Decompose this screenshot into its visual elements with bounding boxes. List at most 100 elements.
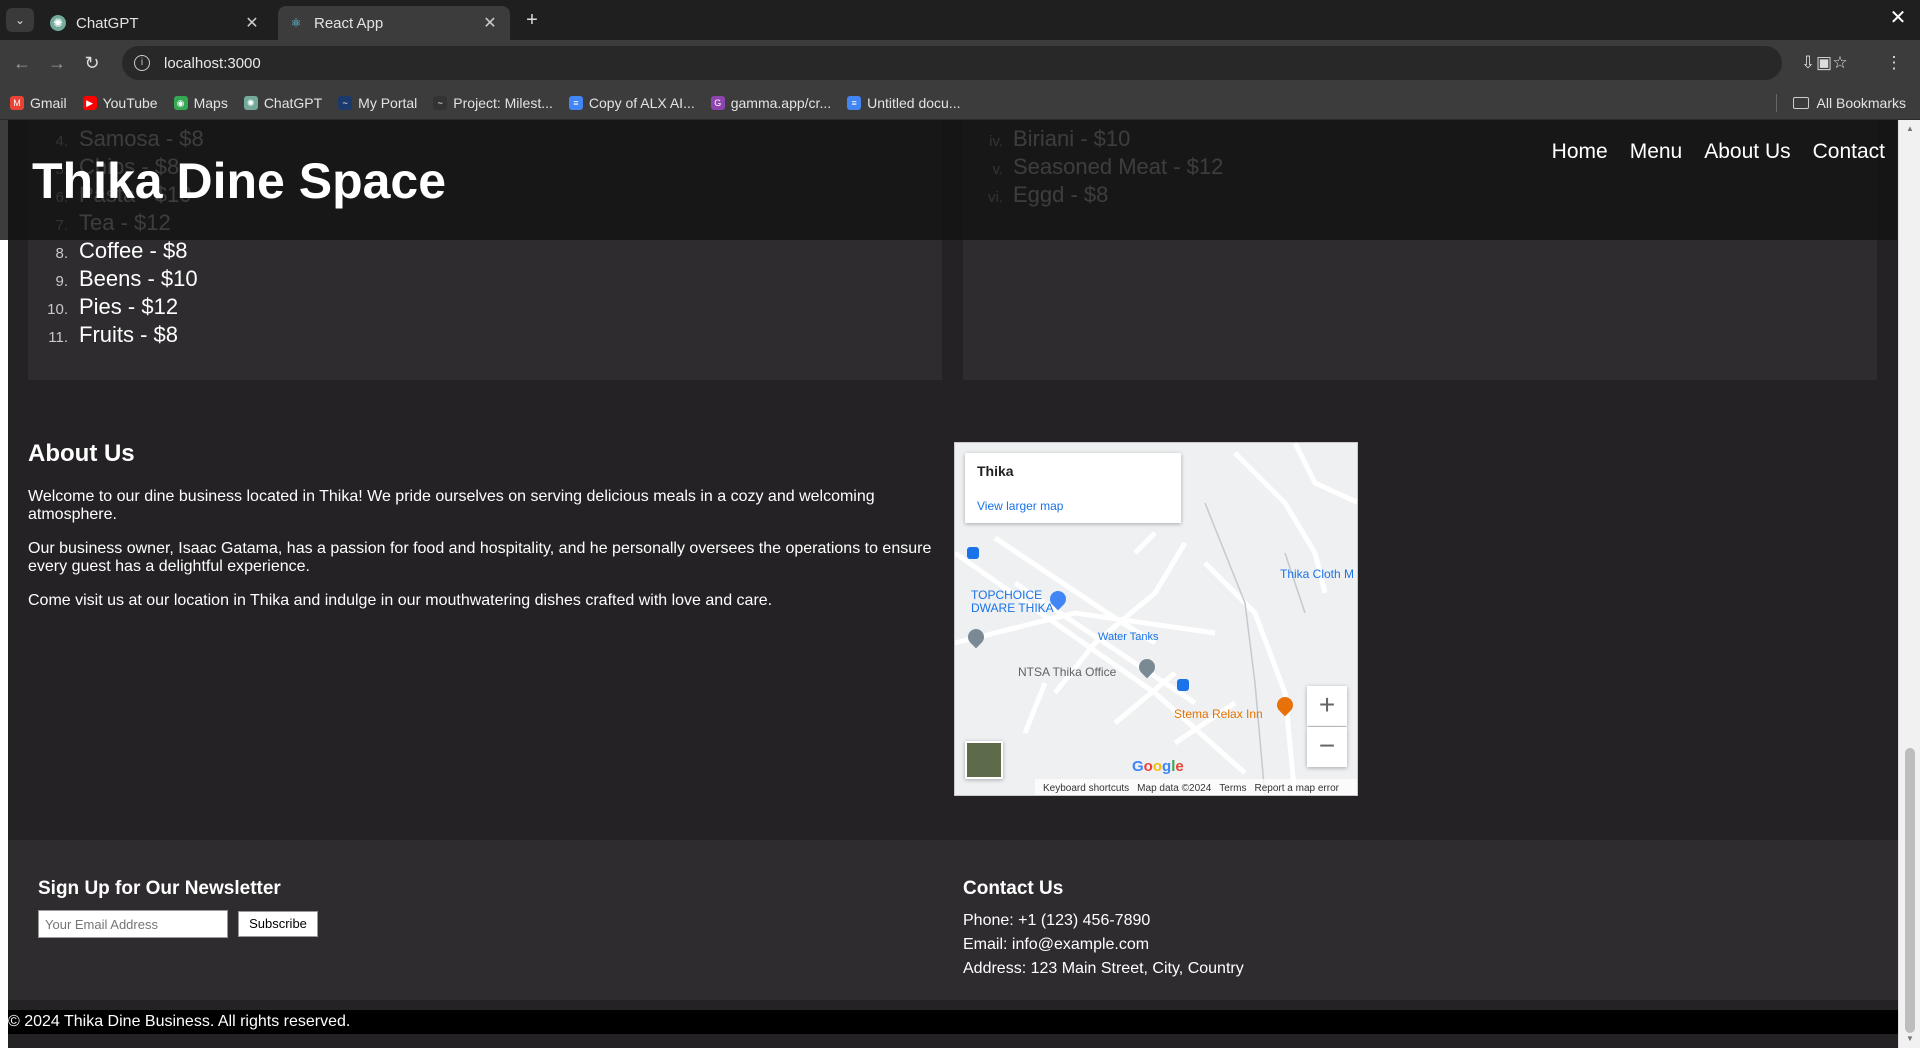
keyboard-shortcuts-link[interactable]: Keyboard shortcuts xyxy=(1043,783,1129,794)
menu-item-text: Fruits - $8 xyxy=(79,322,179,347)
window-close-icon[interactable]: ✕ xyxy=(1886,6,1910,30)
page-scrollbar[interactable]: ▲ ▼ xyxy=(1898,120,1920,1048)
zoom-in-button[interactable]: + xyxy=(1307,686,1347,726)
youtube-icon: ▶ xyxy=(82,95,97,110)
bookmark-copy-alx[interactable]: ≡ Copy of ALX AI... xyxy=(568,95,695,111)
react-icon: ⚛ xyxy=(290,16,302,30)
scroll-thumb[interactable] xyxy=(1905,748,1915,1033)
bookmark-label: ChatGPT xyxy=(263,94,323,111)
scroll-down-icon[interactable]: ▼ xyxy=(1904,1034,1916,1043)
bus-stop-icon[interactable] xyxy=(967,547,979,559)
about-paragraph: Come visit us at our location in Thika a… xyxy=(28,592,773,609)
contact-heading: Contact Us xyxy=(963,878,1064,899)
site-info-icon[interactable]: i xyxy=(134,55,150,71)
bookmark-youtube[interactable]: ▶ YouTube xyxy=(82,94,158,111)
menu-item: 10. Pies - $12 xyxy=(28,293,204,321)
all-bookmarks[interactable]: All Bookmarks xyxy=(1775,94,1906,112)
contact-phone: Phone: +1 (123) 456-7890 xyxy=(963,912,1151,929)
menu-item-number: 9. xyxy=(55,273,68,290)
scroll-up-icon[interactable]: ▲ xyxy=(1904,124,1916,133)
docs-icon: ≡ xyxy=(847,95,862,110)
newsletter-heading: Sign Up for Our Newsletter xyxy=(38,878,281,899)
nav-menu[interactable]: Menu xyxy=(1630,140,1683,164)
bookmark-untitled-doc[interactable]: ≡ Untitled docu... xyxy=(847,94,961,111)
all-bookmarks-label: All Bookmarks xyxy=(1816,95,1906,111)
menu-item-text: Pies - $12 xyxy=(79,294,179,319)
report-map-error-link[interactable]: Report a map error xyxy=(1255,783,1339,794)
bookmark-gamma[interactable]: Ggamma.app/cr... xyxy=(710,95,831,111)
nav-about-us[interactable]: About Us xyxy=(1704,140,1790,164)
side-panel-icon[interactable]: ▣ xyxy=(1812,51,1836,75)
bookmark-maps[interactable]: ◉ Maps xyxy=(173,94,228,111)
about-heading: About Us xyxy=(28,440,135,467)
bookmark-my-portal[interactable]: ~ My Portal xyxy=(338,95,417,111)
reload-icon[interactable]: ↻ xyxy=(80,51,104,75)
about-paragraph: Our business owner, Isaac Gatama, has a … xyxy=(28,540,932,575)
map-label-hardware[interactable]: TOPCHOICE DWARE THIKA xyxy=(971,589,1054,615)
new-tab-button[interactable]: + xyxy=(520,8,544,32)
site-header: Thika Dine Space Home Menu About Us Cont… xyxy=(0,120,1897,240)
map-label-water[interactable]: Water Tanks xyxy=(1098,631,1159,643)
close-tab-icon[interactable]: ✕ xyxy=(242,13,262,33)
tab-title: React App xyxy=(314,14,384,32)
zoom-out-button[interactable]: − xyxy=(1307,727,1347,767)
map-label-cloth[interactable]: Thika Cloth M xyxy=(1280,567,1354,581)
map-footer: Keyboard shortcuts Map data ©2024 Terms … xyxy=(1035,779,1357,795)
contact-section: Contact Us Phone: +1 (123) 456-7890 Emai… xyxy=(963,878,1244,978)
browser-toolbar: ← → ↻ i localhost:3000 ⇩ ☆ ▣ ⋮ xyxy=(0,40,1920,86)
bookmark-chatgpt[interactable]: ✺ ChatGPT xyxy=(243,94,323,111)
tab-strip: ⌄ ✺ ChatGPT ✕ ⚛ React App ✕ + ✕ xyxy=(0,0,1920,40)
contact-address: Address: 123 Main Street, City, Country xyxy=(963,960,1244,977)
tab-search-button[interactable]: ⌄ xyxy=(6,8,34,32)
about-section: About Us Welcome to our dine business lo… xyxy=(28,440,948,626)
bookmark-project[interactable]: ~ Project: Milest... xyxy=(433,95,553,111)
tab-title: ChatGPT xyxy=(76,14,139,32)
docs-icon: ≡ xyxy=(568,95,583,110)
email-input[interactable] xyxy=(38,910,228,938)
menu-item-text: Beens - $10 xyxy=(79,266,198,291)
menu-item-number: 8. xyxy=(55,245,68,262)
map-label-ntsa[interactable]: NTSA Thika Office xyxy=(1018,665,1116,679)
address-bar[interactable]: i localhost:3000 xyxy=(122,46,1782,80)
newsletter-section: Sign Up for Our Newsletter Subscribe xyxy=(38,878,318,938)
bookmark-label: Project: Milest... xyxy=(453,94,553,111)
tab-chatgpt[interactable]: ✺ ChatGPT ✕ xyxy=(40,6,272,40)
subscribe-button[interactable]: Subscribe xyxy=(238,911,318,937)
nav-home[interactable]: Home xyxy=(1552,140,1608,164)
url-text: localhost:3000 xyxy=(164,54,261,72)
terms-link[interactable]: Terms xyxy=(1219,783,1246,794)
menu-item: 11. Fruits - $8 xyxy=(28,321,204,349)
bookmark-label: My Portal xyxy=(358,94,418,111)
nav-contact[interactable]: Contact xyxy=(1813,140,1885,164)
menu-item: 8. Coffee - $8 xyxy=(28,237,204,265)
bookmark-label: Untitled docu... xyxy=(867,94,961,111)
bookmark-label: YouTube xyxy=(102,94,158,111)
folder-icon xyxy=(1792,97,1809,109)
menu-item-text: Coffee - $8 xyxy=(79,238,188,263)
divider xyxy=(1775,94,1777,112)
menu-item: 9. Beens - $10 xyxy=(28,265,204,293)
main-nav: Home Menu About Us Contact xyxy=(1530,140,1885,164)
site-footer: Sign Up for Our Newsletter Subscribe Con… xyxy=(8,840,1898,1000)
gmail-icon: M xyxy=(10,95,24,110)
portal-icon: ~ xyxy=(338,95,353,110)
back-icon[interactable]: ← xyxy=(10,51,34,75)
page-viewport: 3.Fries - $124.Samosa - $85.Chips - $86.… xyxy=(0,120,1920,1048)
bus-stop-icon[interactable] xyxy=(1177,679,1189,691)
forward-icon[interactable]: → xyxy=(45,51,69,75)
bookmark-label: Maps xyxy=(193,94,228,111)
tab-react-app[interactable]: ⚛ React App ✕ xyxy=(278,6,510,40)
contact-email: Email: info@example.com xyxy=(963,936,1150,953)
bookmark-label: Gmail xyxy=(30,94,67,111)
gamma-icon: G xyxy=(710,95,725,110)
chatgpt-icon: ✺ xyxy=(243,95,258,110)
map-label-stema[interactable]: Stema Relax Inn xyxy=(1174,707,1263,721)
browser-menu-icon[interactable]: ⋮ xyxy=(1882,51,1906,75)
close-tab-icon[interactable]: ✕ xyxy=(480,13,500,33)
chatgpt-icon: ✺ xyxy=(50,15,66,31)
view-larger-map-link[interactable]: View larger map xyxy=(977,499,1063,513)
project-icon: ~ xyxy=(433,95,448,110)
embedded-map[interactable]: Thika View larger map Thika Cloth M TOPC… xyxy=(954,442,1358,796)
bookmark-gmail[interactable]: M Gmail xyxy=(10,95,67,111)
satellite-toggle[interactable] xyxy=(965,741,1003,779)
